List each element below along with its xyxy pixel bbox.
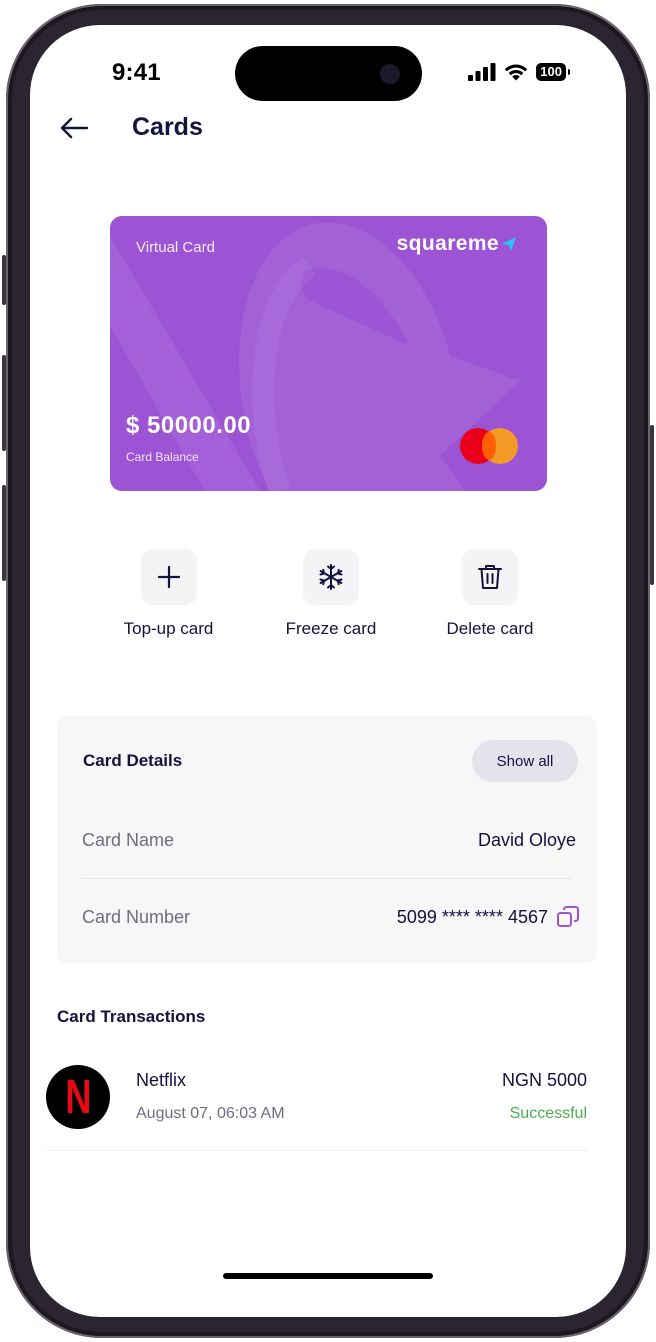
card-name-label: Card Name [82, 830, 175, 850]
card-transactions-title: Card Transactions [57, 1007, 206, 1026]
cellular-signal-icon [468, 62, 496, 81]
arrow-left-icon [60, 117, 89, 139]
copy-icon[interactable] [556, 905, 580, 929]
top-up-card-label: Top-up card [123, 619, 214, 638]
delete-card-button[interactable]: Delete card [434, 549, 546, 639]
status-time: 9:41 [112, 59, 161, 86]
card-balance: $ 50000.00 [126, 412, 252, 439]
snowflake-icon [303, 549, 359, 605]
virtual-card[interactable]: Virtual Card squareme $ 50000.00 Card Ba… [110, 216, 547, 491]
back-button[interactable] [54, 111, 94, 145]
phone-power-button [650, 425, 654, 585]
transaction-merchant: Netflix [136, 1070, 187, 1090]
battery-indicator: 100 [536, 62, 570, 81]
page-title: Cards [132, 113, 203, 141]
dynamic-island [235, 46, 422, 101]
netflix-logo-icon: N [46, 1065, 110, 1129]
phone-volume-up [2, 355, 6, 451]
delete-card-label: Delete card [446, 619, 534, 638]
brand-logo: squareme [397, 232, 519, 256]
card-type-label: Virtual Card [136, 239, 215, 256]
card-number-label: Card Number [82, 907, 191, 927]
transaction-date: August 07, 06:03 AM [136, 1105, 285, 1122]
show-all-button[interactable]: Show all [472, 740, 578, 782]
plus-icon [140, 549, 197, 605]
phone-side-button [2, 255, 6, 305]
trash-icon [462, 549, 518, 605]
status-icons: 100 [468, 62, 570, 81]
details-divider [82, 878, 572, 879]
card-name-value: David Oloye [477, 830, 576, 850]
netflix-logo-letter: N [64, 1070, 91, 1124]
card-details-title: Card Details [83, 751, 183, 770]
transaction-amount: NGN 5000 [501, 1070, 587, 1090]
phone-volume-down [2, 485, 6, 581]
wifi-icon [505, 64, 528, 81]
transaction-status: Successful [509, 1105, 587, 1122]
freeze-card-label: Freeze card [285, 619, 377, 638]
transaction-row[interactable]: N Netflix August 07, 06:03 AM NGN 5000 S… [46, 1065, 587, 1151]
card-balance-label: Card Balance [126, 450, 199, 464]
freeze-card-button[interactable]: Freeze card [270, 549, 392, 639]
home-indicator[interactable] [223, 1273, 433, 1279]
brand-arrow-icon [502, 237, 516, 251]
top-up-card-button[interactable]: Top-up card [109, 549, 228, 639]
brand-name: squareme [396, 232, 499, 255]
app-screen: 9:41 100 Cards Virtual Card squareme $ 5… [30, 25, 626, 1317]
card-number-value: 5099 **** **** 4567 [396, 907, 548, 927]
camera-icon [380, 64, 400, 84]
card-details-panel: Card Details Show all Card Name David Ol… [57, 716, 597, 963]
mastercard-logo-icon [460, 428, 520, 464]
